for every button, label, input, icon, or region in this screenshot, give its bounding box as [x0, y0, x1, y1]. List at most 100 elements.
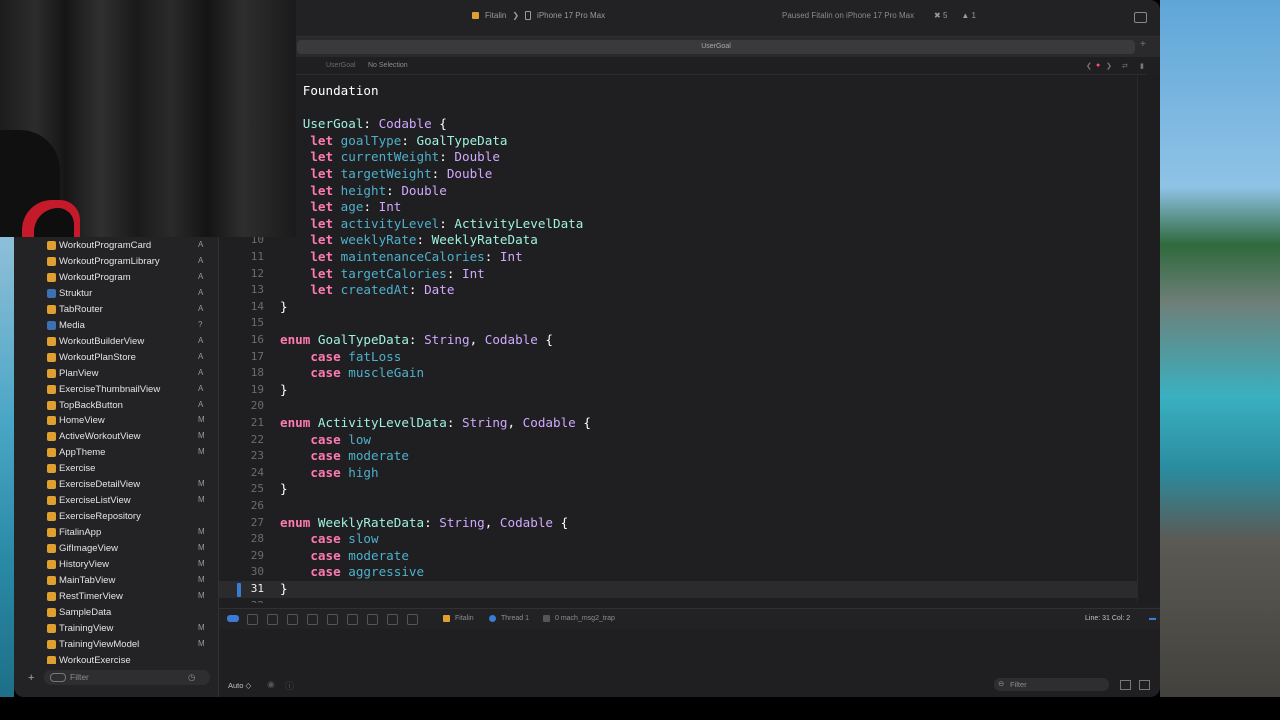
sidebar-item[interactable]: AppTheme M: [14, 445, 218, 461]
sidebar-item[interactable]: TabRouter A: [14, 302, 218, 318]
sidebar-item[interactable]: FitalinApp M: [14, 525, 218, 541]
sidebar-item[interactable]: WorkoutPlanStore A: [14, 350, 218, 366]
jumpbar-file[interactable]: UserGoal: [326, 62, 356, 69]
continue-icon[interactable]: [247, 614, 258, 625]
editor-options-icon[interactable]: ⇄: [1122, 62, 1128, 70]
console-filter[interactable]: ⊖ Filter: [994, 678, 1109, 691]
code-token: }: [280, 581, 288, 596]
simulate-location-icon[interactable]: [387, 614, 398, 625]
code-text: enum ActivityLevelData: String, Codable …: [280, 415, 591, 432]
step-over-icon[interactable]: [267, 614, 278, 625]
sidebar-item-label: WorkoutProgramCard: [59, 240, 152, 251]
sidebar-item-label: ExerciseListView: [59, 495, 131, 507]
add-file-button[interactable]: +: [28, 672, 34, 684]
property-token: currentWeight: [333, 149, 440, 165]
type-token: Int: [378, 199, 402, 215]
desktop-wallpaper-right: [1160, 0, 1280, 720]
type-token: String: [439, 514, 485, 530]
related-items-icon[interactable]: ❮: [1086, 62, 1092, 70]
sidebar-item[interactable]: GifImageView M: [14, 541, 218, 557]
scheme-selector[interactable]: Fitalin ❯ iPhone 17 Pro Max: [472, 11, 605, 20]
sidebar-item[interactable]: TrainingView M: [14, 621, 218, 637]
punctuation-token: :: [439, 215, 455, 231]
editor-minimap-gutter[interactable]: [1137, 75, 1160, 603]
code-line: 21 enum ActivityLevelData: String, Codabl…: [219, 415, 1137, 432]
property-token: age: [333, 199, 364, 215]
split-editor-icon[interactable]: ▮: [1140, 62, 1144, 70]
sidebar-item[interactable]: ExerciseDetailView M: [14, 477, 218, 493]
jumpbar-selection[interactable]: No Selection: [368, 62, 408, 69]
navigator-filter[interactable]: Filter ◷: [44, 670, 210, 685]
punctuation-token: :: [408, 332, 425, 347]
step-into-icon[interactable]: [287, 614, 298, 625]
sidebar-item[interactable]: ExerciseRepository: [14, 509, 218, 525]
sidebar-item-label: TrainingViewModel: [59, 638, 140, 650]
code-line: 24 case high: [219, 465, 1137, 482]
line-number: 19: [250, 382, 264, 396]
error-count: ✖ 5: [934, 11, 948, 20]
keyword-token: let: [310, 199, 334, 215]
sidebar-item[interactable]: Struktur A: [14, 286, 218, 302]
memory-graph-icon[interactable]: [347, 614, 358, 625]
variables-view-icon[interactable]: [1120, 680, 1131, 690]
code-text: }: [280, 382, 288, 399]
sidebar-item[interactable]: MainTabView M: [14, 573, 218, 589]
source-control-status: A: [198, 240, 204, 249]
line-number: 15: [250, 316, 264, 330]
keyword-token: let: [310, 265, 334, 281]
console-mode-selector[interactable]: Auto ◇: [228, 681, 251, 690]
code-text: enum GoalTypeData: String, Codable {: [280, 332, 553, 349]
location-icon[interactable]: [407, 614, 418, 625]
debug-thread[interactable]: Thread 1: [501, 615, 529, 622]
sidebar-item[interactable]: Exercise: [14, 461, 218, 477]
sidebar-item[interactable]: TopBackButton A: [14, 398, 218, 414]
filter-icon: ⊖: [998, 679, 1005, 688]
sidebar-item[interactable]: RestTimerView M: [14, 589, 218, 605]
swift-file-icon: [47, 368, 56, 378]
sidebar-item[interactable]: HomeView M: [14, 413, 218, 429]
code-line: let height: Double: [219, 183, 1137, 200]
sidebar-item[interactable]: PlanView A: [14, 366, 218, 382]
sidebar-item[interactable]: ExerciseListView M: [14, 493, 218, 509]
type-token: Int: [499, 249, 523, 264]
sidebar-item-label: PlanView: [59, 367, 99, 379]
source-editor[interactable]: rt Foundation ct UserGoal: Codable { let …: [219, 75, 1137, 603]
code-text: enum WeeklyRateData: String, Codable {: [280, 515, 568, 532]
sidebar-item-label: Exercise: [59, 463, 96, 475]
tab-usergoal[interactable]: UserGoal: [297, 40, 1135, 54]
sidebar-item[interactable]: SampleData: [14, 605, 218, 621]
view-debugger-icon[interactable]: [327, 614, 338, 625]
folder-icon: [47, 320, 56, 330]
sidebar-item[interactable]: Media?: [14, 318, 218, 334]
sidebar-item[interactable]: WorkoutProgram A: [14, 270, 218, 286]
sidebar-item[interactable]: WorkoutBuilderView A: [14, 334, 218, 350]
sidebar-item[interactable]: ActiveWorkoutView M: [14, 429, 218, 445]
eye-icon[interactable]: ◉: [267, 679, 275, 690]
swift-file-icon: [47, 591, 56, 601]
keyword-token: case: [310, 547, 341, 563]
add-tab-icon[interactable]: +: [1140, 39, 1146, 50]
forward-icon[interactable]: ❯: [1106, 62, 1112, 70]
recent-files-icon[interactable]: ◷: [188, 672, 195, 683]
inspector-toggle-icon[interactable]: [1134, 12, 1147, 23]
step-out-icon[interactable]: [307, 614, 318, 625]
swift-file-icon: [47, 528, 56, 538]
code-text: case moderate: [280, 448, 409, 465]
sidebar-item[interactable]: WorkoutProgramCard A: [14, 238, 218, 254]
punctuation-token: :: [484, 249, 500, 264]
issue-counts[interactable]: ✖ 5 ▲ 1: [934, 11, 976, 20]
punctuation-token: :: [408, 282, 425, 298]
sidebar-item[interactable]: HistoryView M: [14, 557, 218, 573]
code-text: case moderate: [280, 548, 409, 565]
sidebar-item[interactable]: WorkoutProgramLibrary A: [14, 254, 218, 270]
debug-toggle-icon[interactable]: [227, 615, 239, 622]
console-view-icon[interactable]: [1139, 680, 1150, 690]
debug-frame[interactable]: 0 mach_msg2_trap: [555, 615, 615, 622]
sidebar-item[interactable]: ExerciseThumbnailView A: [14, 382, 218, 398]
swift-file-icon: [47, 416, 56, 426]
environment-overrides-icon[interactable]: [367, 614, 378, 625]
info-icon[interactable]: ⓘ: [285, 679, 294, 692]
debug-process[interactable]: Fitalin: [455, 615, 474, 622]
console-layout-icon[interactable]: ▬: [1149, 615, 1156, 622]
sidebar-item[interactable]: TrainingViewModel M: [14, 637, 218, 653]
